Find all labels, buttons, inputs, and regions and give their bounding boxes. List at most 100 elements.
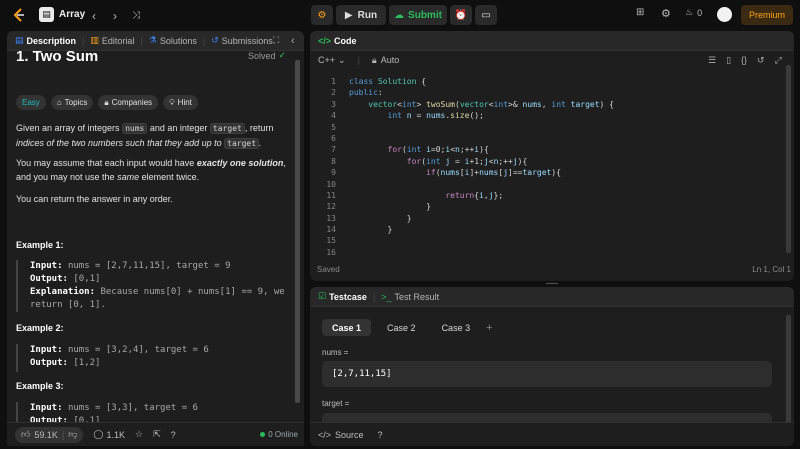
auto-mode-toggle[interactable]: 🔒︎ Auto: [372, 55, 399, 66]
next-problem-icon[interactable]: ›: [113, 9, 117, 23]
line-number: 16: [326, 247, 336, 257]
chevron-down-icon: ⌄: [338, 54, 346, 65]
thumbs-down-icon[interactable]: 👎︎: [68, 429, 77, 440]
code-line[interactable]: 12 }: [310, 201, 800, 212]
help-icon[interactable]: ?: [171, 430, 176, 440]
collapse-icon[interactable]: ‹: [291, 35, 295, 47]
prev-problem-icon[interactable]: ‹: [92, 9, 96, 23]
tab-case-3[interactable]: Case 3: [432, 319, 481, 336]
line-number: 6: [331, 133, 336, 143]
code-token: target: [522, 168, 552, 178]
explanation-value: Because nums[0] + nums[1] == 9, we: [100, 287, 285, 297]
like-button[interactable]: 👍︎ 59.1K | 👎︎: [15, 426, 84, 443]
alarm-clock-icon: ⏰: [454, 9, 468, 21]
code-token: nums: [479, 168, 499, 178]
online-count: 0 Online: [268, 430, 298, 439]
code-line[interactable]: 10: [310, 179, 800, 190]
tab-code-label: Code: [334, 35, 357, 46]
streak-counter[interactable]: ♨ 0: [685, 7, 702, 18]
code-token: twoSum: [426, 99, 455, 109]
line-number: 4: [331, 111, 336, 121]
text: Given an array of integers: [16, 123, 120, 133]
code-line[interactable]: 5: [310, 122, 800, 133]
shuffle-icon[interactable]: ⤨: [132, 10, 140, 21]
bookmark-icon[interactable]: ▯: [726, 55, 731, 66]
splitter-grip: [546, 283, 558, 284]
tab-case-1[interactable]: Case 1: [322, 319, 372, 336]
example-box: Input: nums = [3,2,4], target = 6 Output…: [16, 344, 288, 372]
companies-chip[interactable]: 🔒︎ Companies: [98, 95, 159, 110]
code-line[interactable]: 4 int n = nums. size ();: [310, 110, 800, 121]
code-token: =0;: [430, 145, 446, 155]
example-title: Example 1:: [16, 240, 64, 250]
lightbulb-icon: 💡︎: [169, 97, 175, 107]
avatar[interactable]: [717, 7, 732, 22]
code-line[interactable]: 16: [310, 247, 800, 258]
reset-icon[interactable]: ↺: [757, 55, 765, 66]
help-icon[interactable]: ?: [378, 430, 383, 440]
star-icon[interactable]: ☆: [135, 429, 143, 440]
description-paragraph-1: Given an array of integers nums and an i…: [16, 121, 288, 151]
tab-divider: |: [82, 35, 85, 46]
code-line[interactable]: 11 return{i, j};: [310, 190, 800, 201]
hint-chip[interactable]: 💡︎ Hint: [163, 95, 198, 110]
code-line[interactable]: 3 vector < int > twoSum(vector < int >& nums, …: [310, 99, 800, 110]
code-line[interactable]: 8 for(int j = i +1; j < n ;++ j){: [310, 156, 800, 167]
run-button[interactable]: ▶ Run: [336, 5, 386, 25]
code-editor[interactable]: 1 class Solution {2 public:3 vector < int > t…: [310, 76, 800, 258]
description-scrollbar[interactable]: [295, 60, 300, 403]
editor-scrollbar[interactable]: [786, 65, 791, 253]
code-line[interactable]: 14 }: [310, 224, 800, 235]
line-number: 10: [326, 179, 336, 189]
language-select[interactable]: C++ ⌄: [318, 55, 346, 66]
code-line[interactable]: 15: [310, 235, 800, 246]
code-line[interactable]: 1 class Solution {: [310, 76, 800, 87]
settings-button[interactable]: ⚙: [661, 7, 671, 20]
timer-button[interactable]: ⏰: [450, 5, 472, 25]
horizontal-splitter[interactable]: [310, 281, 794, 286]
code-token: >: [416, 99, 427, 109]
editor-actions: ☰ ▯ {} ↺ ⤢: [708, 55, 782, 66]
tab-solutions[interactable]: ⚗ Solutions: [149, 35, 197, 46]
tab-description[interactable]: ▤ Description: [15, 35, 76, 46]
maximize-icon[interactable]: ⛶: [273, 35, 279, 46]
tab-case-2[interactable]: Case 2: [377, 319, 426, 336]
format-lines-icon[interactable]: ☰: [708, 55, 716, 66]
code-token: ,: [541, 99, 552, 109]
premium-button[interactable]: Premium: [741, 5, 793, 25]
code-token: int: [551, 99, 571, 109]
comments-button[interactable]: ◯ 1.1K: [93, 429, 125, 440]
top-bar: ▤ Array ‹ › ⤨ ⚙ ▶ Run ☁ Submit ⏰ ▭ ⊞ ⚙ ♨…: [0, 0, 800, 30]
layout-button[interactable]: ⊞: [636, 7, 644, 18]
list-icon: ▤: [39, 7, 54, 22]
input-value: nums = [3,2,4], target = 6: [67, 345, 209, 355]
leetcode-logo-icon[interactable]: [12, 8, 26, 22]
submit-button[interactable]: ☁ Submit: [389, 5, 447, 25]
nums-input[interactable]: [2,7,11,15]: [322, 361, 772, 387]
code-token: >&: [508, 99, 523, 109]
tab-test-result[interactable]: >_ Test Result: [381, 292, 439, 302]
source-button[interactable]: </> Source: [318, 430, 364, 440]
topics-chip[interactable]: ⌂ Topics: [50, 95, 94, 110]
tab-testcase[interactable]: ☑ Testcase: [318, 291, 367, 302]
tab-editorial[interactable]: ▥ Editorial: [90, 35, 134, 46]
code-line[interactable]: 13 }: [310, 213, 800, 224]
add-case-icon[interactable]: +: [486, 322, 492, 334]
tab-submissions[interactable]: ↺ Submissions: [211, 35, 273, 46]
debug-button[interactable]: ⚙: [311, 5, 333, 25]
share-icon[interactable]: ⇱: [153, 429, 161, 440]
code-token: ;++: [459, 145, 475, 155]
testcase-scrollbar[interactable]: [786, 315, 791, 423]
bug-icon: ⚙: [317, 9, 327, 21]
code-line[interactable]: 7 for(int i =0; i < n ;++ i){: [310, 144, 800, 155]
code-line[interactable]: 9 if(nums[i]+ nums[j]== target){: [310, 167, 800, 178]
code-line[interactable]: 6: [310, 133, 800, 144]
notes-button[interactable]: ▭: [475, 5, 497, 25]
problem-list-button[interactable]: ▤ Array: [39, 7, 85, 22]
code-line[interactable]: 2 public:: [310, 87, 800, 98]
curly-braces-icon[interactable]: {}: [741, 55, 747, 66]
tab-testcase-label: Testcase: [329, 291, 367, 302]
tab-code[interactable]: </> Code: [318, 36, 357, 46]
expand-icon[interactable]: ⤢: [775, 55, 782, 66]
